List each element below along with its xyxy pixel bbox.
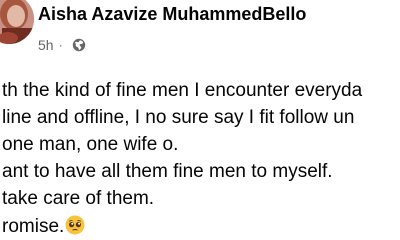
meta-separator: ·: [58, 38, 63, 52]
post-text-line-last: romise.: [2, 215, 85, 238]
post-text-line: take care of them.: [2, 188, 155, 209]
post-text-line: romise.: [2, 216, 65, 237]
post-text-line: th the kind of fine men I encounter ever…: [2, 80, 363, 101]
facebook-post: Aisha Azavize MuhammedBello 5h · th the …: [0, 0, 400, 240]
post-timestamp[interactable]: 5h: [38, 37, 54, 53]
post-meta: 5h ·: [38, 37, 86, 53]
post-text-line: ant to have all them fine men to myself.: [2, 161, 333, 182]
pleading-face-emoji-icon: [65, 215, 85, 235]
globe-icon[interactable]: [72, 38, 86, 52]
author-name[interactable]: Aisha Azavize MuhammedBello: [38, 4, 306, 25]
post-text-line: one man, one wife o.: [2, 134, 179, 155]
avatar[interactable]: [0, 0, 34, 44]
post-text-line: line and offline, I no sure say I fit fo…: [2, 107, 355, 128]
